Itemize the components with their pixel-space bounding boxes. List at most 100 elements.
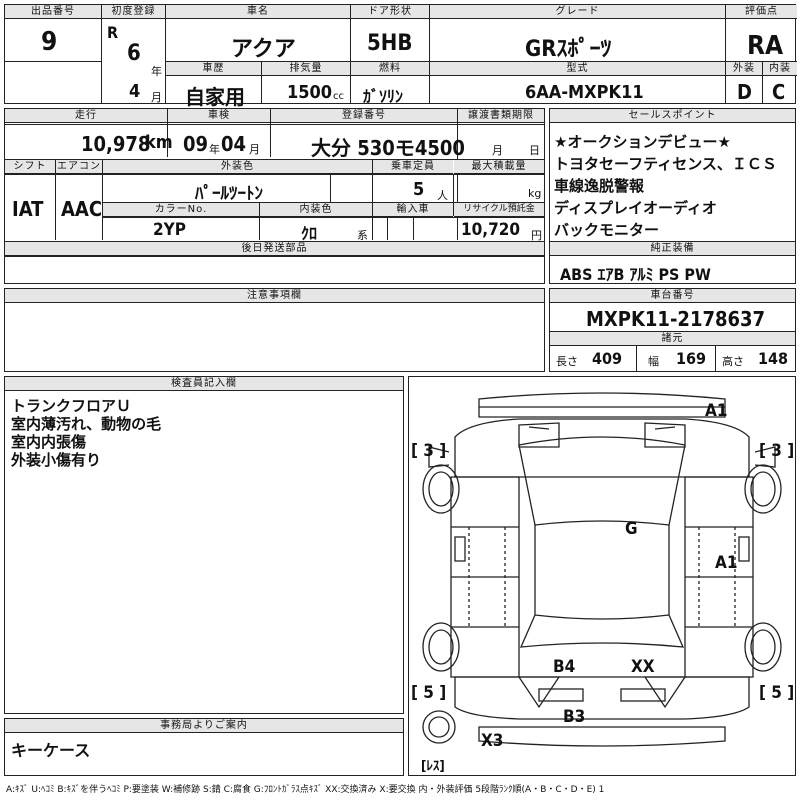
color-number: 2YP <box>153 220 186 240</box>
chassis-box: 車台番号 MXPK11-2178637 諸元 長さ 409 幅 169 高さ 1… <box>549 288 796 372</box>
recycle-fee: 10,720 <box>461 220 521 240</box>
displacement-unit: cc <box>333 91 344 102</box>
fuel: ｶﾞｿﾘﾝ <box>363 87 404 106</box>
mark-rear-x: X3 <box>481 731 504 751</box>
width-label: 幅 <box>648 355 659 368</box>
car-outline <box>422 392 782 747</box>
office-label: 事務局よりご案内 <box>5 719 403 733</box>
sales-points-box: セールスポイント ★オークションデビュー★ トヨタセーフティセンス、ＩＣＳ 車線… <box>549 108 796 284</box>
reg-month: 4 <box>129 81 141 102</box>
model-code: 6AA-MXPK11 <box>525 82 644 103</box>
door-type: 5HB <box>367 31 413 56</box>
recycle-unit: 円 <box>531 229 542 242</box>
sales-point-item: ディスプレイオーディオ <box>554 199 717 217</box>
length-label: 長さ <box>556 355 578 368</box>
score-label: 評価点 <box>726 5 797 19</box>
lot-number: 9 <box>41 27 58 57</box>
mark-left-rear-tire: [ 5 ] <box>411 683 447 703</box>
grade-label: グレード <box>430 5 725 19</box>
car-name-label: 車名 <box>166 5 350 19</box>
shift: IAT <box>12 197 44 221</box>
ac-label: エアコン <box>56 160 102 174</box>
door-label: ドア形状 <box>351 5 429 19</box>
inspection-month: 04 <box>221 132 247 156</box>
recycle-label: リサイクル預託金 <box>454 203 544 217</box>
color-no-label: カラーNo. <box>103 203 259 217</box>
equipment-list: ABS ｴｱB ｱﾙﾐ PS PW <box>560 265 711 284</box>
interior-color-label: 内装色 <box>260 203 372 217</box>
equipment-label: 純正装備 <box>550 242 795 256</box>
notes-box: 注意事項欄 <box>4 288 545 372</box>
mark-right-front-tire: [ 3 ] <box>759 441 795 461</box>
shift-label: シフト <box>5 160 55 174</box>
transfer-label: 譲渡書類期限 <box>458 109 544 123</box>
interior-score: C <box>772 80 786 104</box>
car-diagram: A1 [ 3 ] [ 3 ] G A1 [ 5 ] [ 5 ] B4 XX B3… <box>408 376 796 776</box>
inspection-year: 09 <box>183 132 209 156</box>
reg-year-unit: 年 <box>151 65 162 78</box>
transfer-day: 日 <box>529 144 540 157</box>
interior-label: 内装 <box>763 62 797 76</box>
load-unit: kg <box>528 187 542 200</box>
height-value: 148 <box>758 349 789 368</box>
sales-points-label: セールスポイント <box>550 109 795 123</box>
plate-label: 登録番号 <box>271 109 457 123</box>
mark-rear-bumper: B3 <box>563 707 586 727</box>
car-name: アクア <box>231 37 296 62</box>
later-parts-label: 後日発送部品 <box>5 242 544 256</box>
sales-point-item: 車線逸脱警報 <box>554 177 645 195</box>
capacity-unit: 人 <box>437 189 448 202</box>
inspection-year-unit: 年 <box>209 143 220 156</box>
exterior-color-label: 外装色 <box>103 160 372 174</box>
legend: A:ｷｽﾞ U:ﾍｺﾐ B:ｷｽﾞを伴うﾍｺﾐ P:要塗装 W:補修跡 S:錆 … <box>6 785 605 795</box>
grade: GRｽﾎﾟｰﾂ <box>525 37 612 62</box>
plate-number: 大分 530モ4500 <box>311 136 465 160</box>
history-label: 車歴 <box>166 62 261 76</box>
sales-point-item: トヨタセーフティセンス、ＩＣＳ <box>554 155 777 173</box>
lot-label: 出品番号 <box>5 5 101 19</box>
era: R <box>107 23 119 42</box>
office-box: 事務局よりご案内 キーケース <box>4 718 404 776</box>
inspection-label: 車検 <box>168 109 270 123</box>
import-label: 輸入車 <box>373 203 453 217</box>
interior-color-unit: 系 <box>357 229 368 242</box>
mark-right-side: A1 <box>715 553 738 573</box>
transfer-month: 月 <box>492 144 503 157</box>
load-label: 最大積載量 <box>454 160 544 174</box>
model-label: 型式 <box>430 62 725 76</box>
interior-color: ｸﾛ <box>301 224 318 243</box>
mark-left-front-tire: [ 3 ] <box>411 441 447 461</box>
reg-month-unit: 月 <box>151 91 162 104</box>
inspector-box: 検査員記入欄 トランクフロアＵ 室内薄汚れ、動物の毛 室内内張傷 外装小傷有り <box>4 376 404 714</box>
displacement: 1500 <box>287 82 333 103</box>
mileage-label: 走行 <box>5 109 167 123</box>
length-value: 409 <box>592 349 623 368</box>
capacity-label: 乗車定員 <box>373 160 453 174</box>
history: 自家用 <box>185 85 245 109</box>
sales-point-item: バックモニター <box>554 221 660 239</box>
mileage-unit: km <box>145 132 173 153</box>
header-box: 出品番号 初度登録 車名 ドア形状 グレード 評価点 車歴 排気量 燃料 型式 … <box>4 4 797 109</box>
mark-rear-left: B4 <box>553 657 576 677</box>
capacity: 5 <box>413 179 425 200</box>
reg-year: 6 <box>127 41 141 66</box>
inspector-note: 外装小傷有り <box>11 451 102 469</box>
exterior-score: D <box>737 80 752 104</box>
displacement-label: 排気量 <box>262 62 350 76</box>
mark-front-bumper: A1 <box>705 401 728 421</box>
chassis-number: MXPK11-2178637 <box>586 307 766 331</box>
inspection-month-unit: 月 <box>249 143 260 156</box>
mark-right-rear-tire: [ 5 ] <box>759 683 795 703</box>
exterior-color: ﾊﾟｰﾙﾂｰﾄﾝ <box>195 184 263 204</box>
mark-rear-right: XX <box>631 657 655 677</box>
office-note: キーケース <box>11 741 91 760</box>
inspector-label: 検査員記入欄 <box>5 377 403 391</box>
first-reg-label: 初度登録 <box>102 5 165 19</box>
mark-windshield: G <box>625 519 638 539</box>
fuel-label: 燃料 <box>351 62 429 76</box>
sales-point-item: ★オークションデビュー★ <box>554 133 731 151</box>
mileage: 10,978 <box>81 132 151 156</box>
notes-label: 注意事項欄 <box>5 289 544 303</box>
height-label: 高さ <box>722 355 744 368</box>
vehicle-details-box: 走行 車検 登録番号 譲渡書類期限 シフト エアコン 外装色 乗車定員 最大積載… <box>4 108 545 284</box>
